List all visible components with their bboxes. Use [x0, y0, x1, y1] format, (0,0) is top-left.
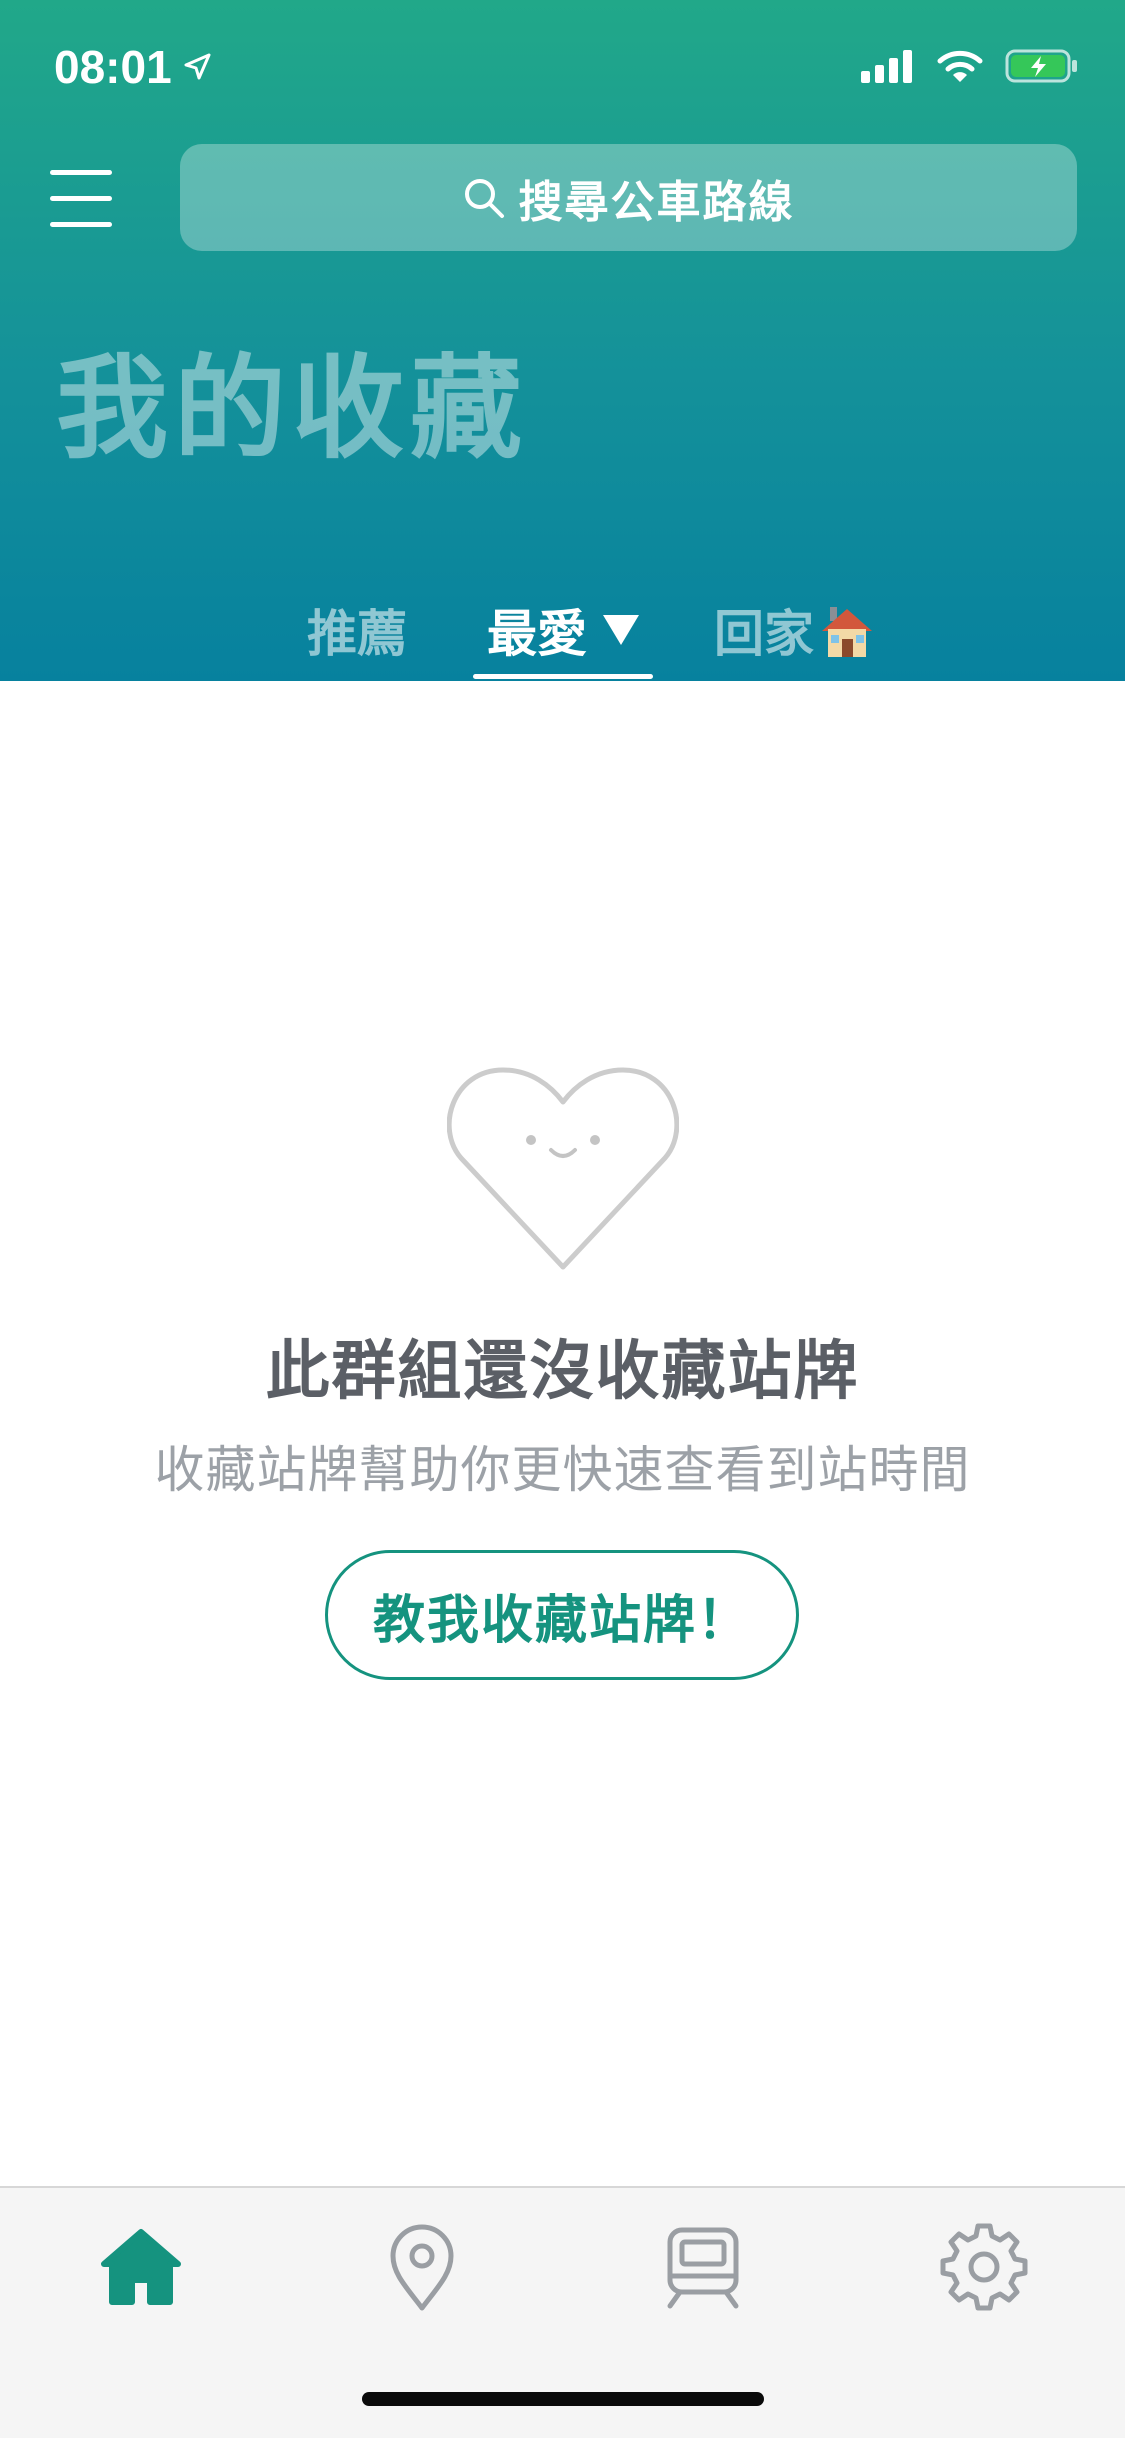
location-arrow-icon: [184, 53, 211, 80]
settings-gear-icon[interactable]: [939, 2222, 1029, 2312]
train-icon[interactable]: [658, 2222, 748, 2312]
smiling-heart-icon: [447, 1067, 679, 1270]
menu-button[interactable]: [50, 168, 112, 228]
tab-label: 最愛: [487, 605, 587, 663]
empty-state-title: 此群組還沒收藏站牌: [265, 1335, 860, 1409]
group-tabs: 推薦 最愛 回家: [0, 590, 1125, 681]
battery-charging-icon: [1005, 49, 1077, 83]
tab-recommended[interactable]: 推薦: [307, 590, 407, 670]
button-label: 教我收藏站牌！: [372, 1590, 751, 1651]
search-placeholder: 搜尋公車路線: [518, 176, 795, 228]
tab-label: 推薦: [307, 605, 407, 663]
empty-state-subtitle: 收藏站牌幫助你更快速查看到站時間: [154, 1441, 971, 1499]
house-emoji-icon: [822, 607, 872, 657]
signal-icon: [861, 50, 912, 83]
status-icons: [861, 48, 1079, 84]
location-pin-icon[interactable]: [377, 2222, 467, 2312]
tab-home[interactable]: 回家: [714, 590, 876, 670]
active-tab-indicator: [473, 674, 653, 679]
page-title: 我的收藏: [56, 344, 528, 474]
clock-text: 08:01: [54, 41, 172, 93]
tab-favorites[interactable]: 最愛: [487, 590, 639, 670]
home-icon[interactable]: [96, 2222, 186, 2312]
search-bar[interactable]: 搜尋公車路線: [180, 144, 1077, 251]
home-indicator: [362, 2392, 764, 2406]
status-time: 08:01: [54, 40, 212, 94]
tab-label: 回家: [714, 605, 814, 663]
teach-me-button[interactable]: 教我收藏站牌！: [325, 1550, 799, 1680]
dropdown-triangle-icon: [603, 615, 639, 645]
search-icon: [464, 178, 504, 218]
header: 08:01 搜尋公車路線 我的收藏 推薦 最愛 回家: [0, 0, 1125, 681]
wifi-icon: [937, 50, 983, 82]
